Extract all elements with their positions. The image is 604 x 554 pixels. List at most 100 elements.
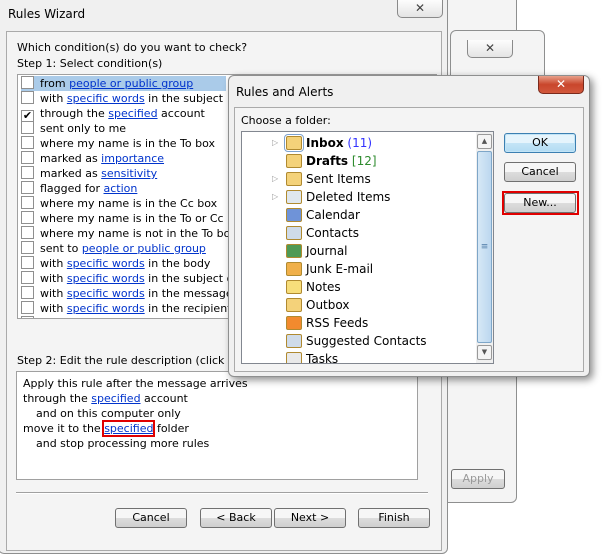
- finish-button[interactable]: Finish: [358, 508, 430, 528]
- expand-icon[interactable]: ▷: [272, 188, 278, 206]
- checkbox[interactable]: [21, 316, 34, 318]
- condition-text: where my name is in the To box: [40, 137, 216, 150]
- checkbox[interactable]: [21, 91, 34, 104]
- checkbox[interactable]: [21, 271, 34, 284]
- condition-link[interactable]: action: [104, 182, 138, 195]
- folder-item[interactable]: ▷ Inbox (11): [242, 134, 476, 152]
- checkbox[interactable]: [21, 256, 34, 269]
- folder-item[interactable]: Junk E-mail: [242, 260, 476, 278]
- unread-count: [12]: [351, 154, 377, 168]
- condition-link[interactable]: specific words: [67, 92, 145, 105]
- checkbox[interactable]: [21, 181, 34, 194]
- checkbox[interactable]: [21, 196, 34, 209]
- expand-icon[interactable]: ▷: [272, 134, 278, 152]
- checkbox[interactable]: [21, 286, 34, 299]
- choose-folder-label: Choose a folder:: [241, 114, 331, 127]
- condition-link[interactable]: people or public group: [69, 77, 193, 90]
- folder-name: Outbox: [306, 298, 350, 312]
- calendar-icon: [286, 208, 302, 222]
- checkbox[interactable]: [21, 151, 34, 164]
- ok-button[interactable]: OK: [504, 133, 576, 153]
- folder-item[interactable]: RSS Feeds: [242, 314, 476, 332]
- condition-text: where my name is not in the To box: [40, 227, 237, 240]
- description-text: folder: [153, 422, 189, 435]
- description-text: through the: [23, 392, 92, 405]
- checkbox[interactable]: [21, 211, 34, 224]
- description-line: Apply this rule after the message arrive…: [23, 376, 248, 391]
- scroll-down-button[interactable]: ▼: [477, 345, 492, 360]
- folder-name: Sent Items: [306, 172, 371, 186]
- folder-item[interactable]: Calendar: [242, 206, 476, 224]
- condition-link[interactable]: specific words: [67, 272, 145, 285]
- inbox-icon: [284, 134, 304, 152]
- condition-text: with: [40, 317, 67, 318]
- folder-item[interactable]: Contacts: [242, 224, 476, 242]
- condition-text: in the body: [144, 257, 211, 270]
- folder-tree[interactable]: ▷ Inbox (11) Drafts [12] ▷ Sent Items ▷ Delete…: [241, 131, 494, 364]
- scroll-up-button[interactable]: ▲: [477, 134, 492, 149]
- condition-link[interactable]: specific words: [67, 317, 145, 318]
- folder-name: Journal: [306, 244, 348, 258]
- cancel-button[interactable]: Cancel: [504, 162, 576, 182]
- step1-label: Step 1: Select condition(s): [17, 57, 163, 70]
- checkbox[interactable]: [21, 121, 34, 134]
- folder-item[interactable]: Tasks: [242, 350, 476, 363]
- condition-link[interactable]: specific words: [67, 287, 145, 300]
- description-text: and on this computer only: [29, 407, 181, 420]
- description-link[interactable]: specified: [91, 392, 140, 405]
- apply-button[interactable]: Apply: [451, 469, 505, 489]
- folder-item[interactable]: ▷ Sent Items: [242, 170, 476, 188]
- folder-name: Deleted Items: [306, 190, 391, 204]
- checkbox[interactable]: [21, 226, 34, 239]
- dialog-title: Rules and Alerts: [236, 85, 334, 99]
- condition-link[interactable]: importance: [101, 152, 164, 165]
- folder-item[interactable]: ▷ Deleted Items: [242, 188, 476, 206]
- description-text: and stop processing more rules: [29, 437, 210, 450]
- scrollbar[interactable]: ▲ ≡ ▼: [476, 132, 493, 363]
- condition-text: with: [40, 257, 67, 270]
- expand-icon[interactable]: ▷: [272, 170, 278, 188]
- condition-link[interactable]: specific words: [67, 302, 145, 315]
- description-text: move it to the: [23, 422, 105, 435]
- description-line: through the specified account: [23, 391, 188, 406]
- folder-item[interactable]: Outbox: [242, 296, 476, 314]
- folder-item[interactable]: Journal: [242, 242, 476, 260]
- close-button[interactable]: ✕: [538, 76, 584, 94]
- condition-item[interactable]: from people or public group: [21, 76, 226, 91]
- condition-link[interactable]: sensitivity: [101, 167, 157, 180]
- cancel-button[interactable]: Cancel: [115, 508, 187, 528]
- folder-name: Drafts: [306, 154, 349, 168]
- description-line: and stop processing more rules: [29, 436, 209, 451]
- folder-item[interactable]: Notes: [242, 278, 476, 296]
- condition-link[interactable]: specific words: [67, 257, 145, 270]
- description-line: move it to the specified folder: [23, 420, 189, 437]
- condition-text: marked as: [40, 167, 102, 180]
- checkbox[interactable]: [21, 241, 34, 254]
- folder-name: Suggested Contacts: [306, 334, 427, 348]
- scroll-thumb[interactable]: ≡: [477, 151, 492, 343]
- checkbox[interactable]: [21, 166, 34, 179]
- condition-text: account: [157, 107, 205, 120]
- rss-icon: [286, 316, 302, 330]
- next-button[interactable]: Next >: [274, 508, 346, 528]
- folder-name: RSS Feeds: [306, 316, 369, 330]
- close-button[interactable]: ✕: [397, 0, 443, 18]
- folder-name: Notes: [306, 280, 341, 294]
- condition-text: with: [40, 287, 67, 300]
- checkbox[interactable]: [21, 301, 34, 314]
- folder-item[interactable]: Suggested Contacts: [242, 332, 476, 350]
- question-label: Which condition(s) do you want to check?: [17, 41, 248, 54]
- back-button[interactable]: < Back: [200, 508, 272, 528]
- checkbox[interactable]: [21, 136, 34, 149]
- condition-text: through the: [40, 107, 109, 120]
- description-link[interactable]: specified: [102, 420, 156, 437]
- folder-item[interactable]: Drafts [12]: [242, 152, 476, 170]
- checkbox[interactable]: [21, 76, 34, 89]
- rule-description-box[interactable]: Apply this rule after the message arrive…: [16, 371, 418, 480]
- close-icon[interactable]: ✕: [467, 40, 513, 58]
- journal-icon: [286, 244, 302, 258]
- drafts-icon: [286, 154, 302, 168]
- folder-name: Contacts: [306, 226, 359, 240]
- condition-link[interactable]: specified: [108, 107, 157, 120]
- condition-link[interactable]: people or public group: [82, 242, 206, 255]
